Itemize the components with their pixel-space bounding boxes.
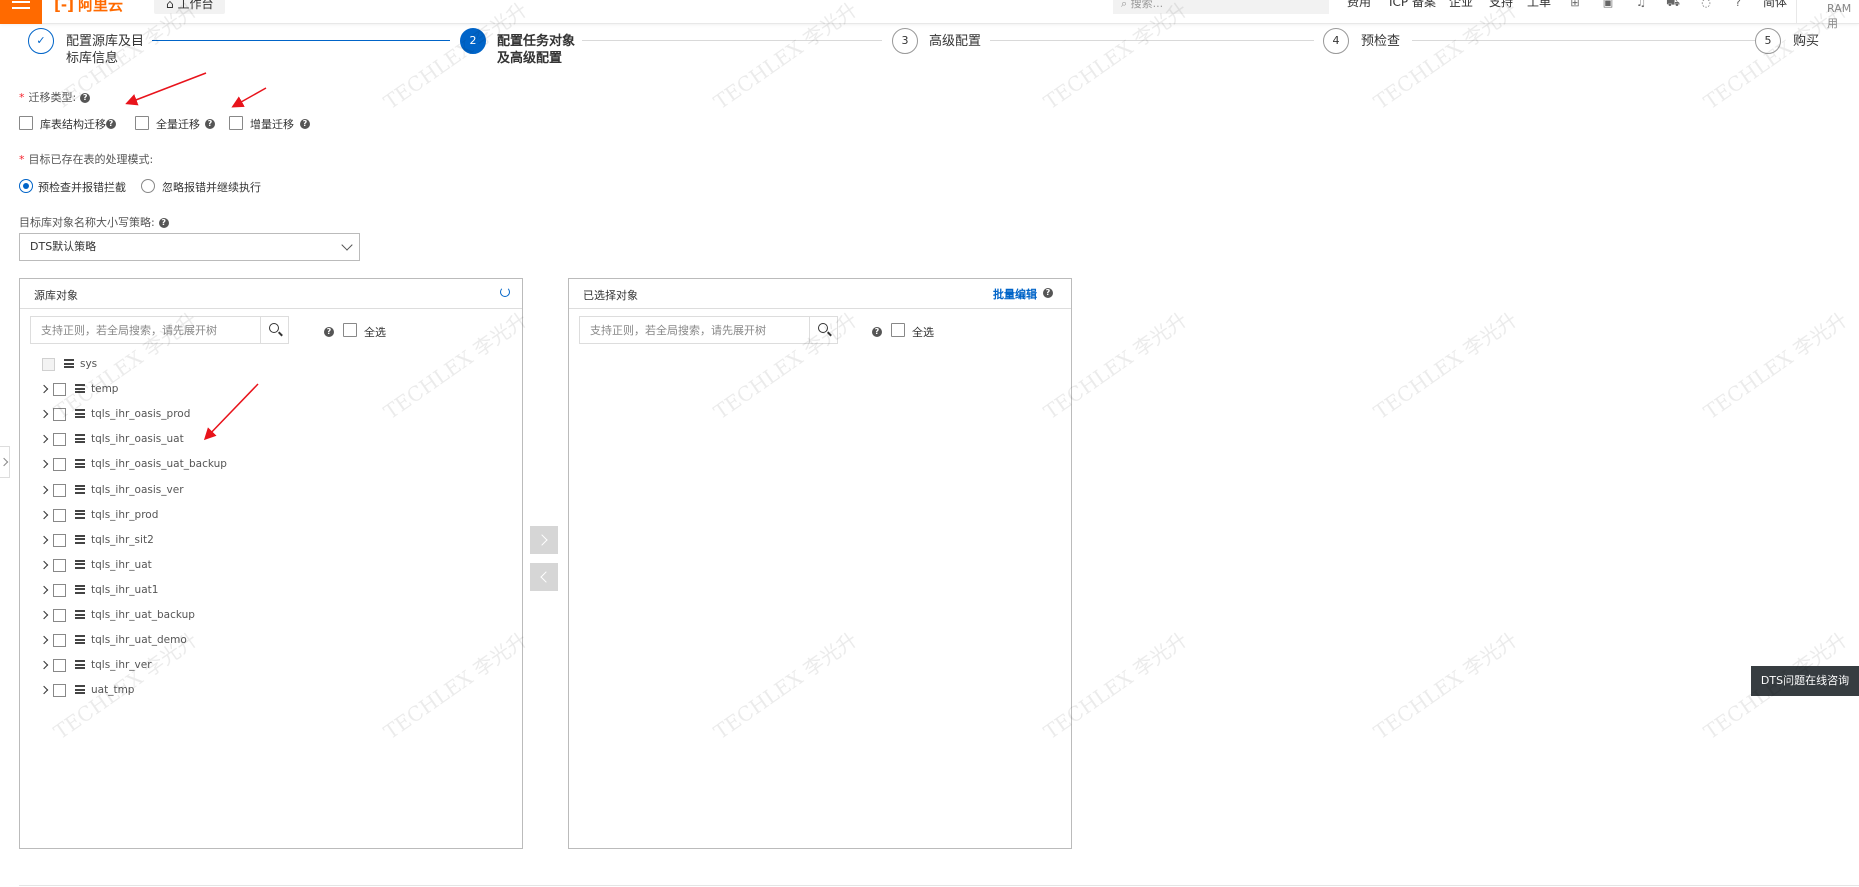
annotation-arrow-3 [203,383,259,441]
annotation-arrow-1 [125,72,207,106]
annotation-arrow-2 [231,87,267,108]
annotation-arrows [125,72,267,441]
page: [-] 阿里云 ⌂ 工作台 ⌕ 搜索... 费用 ICP 备案 企业 支持 工单 … [0,0,1859,887]
